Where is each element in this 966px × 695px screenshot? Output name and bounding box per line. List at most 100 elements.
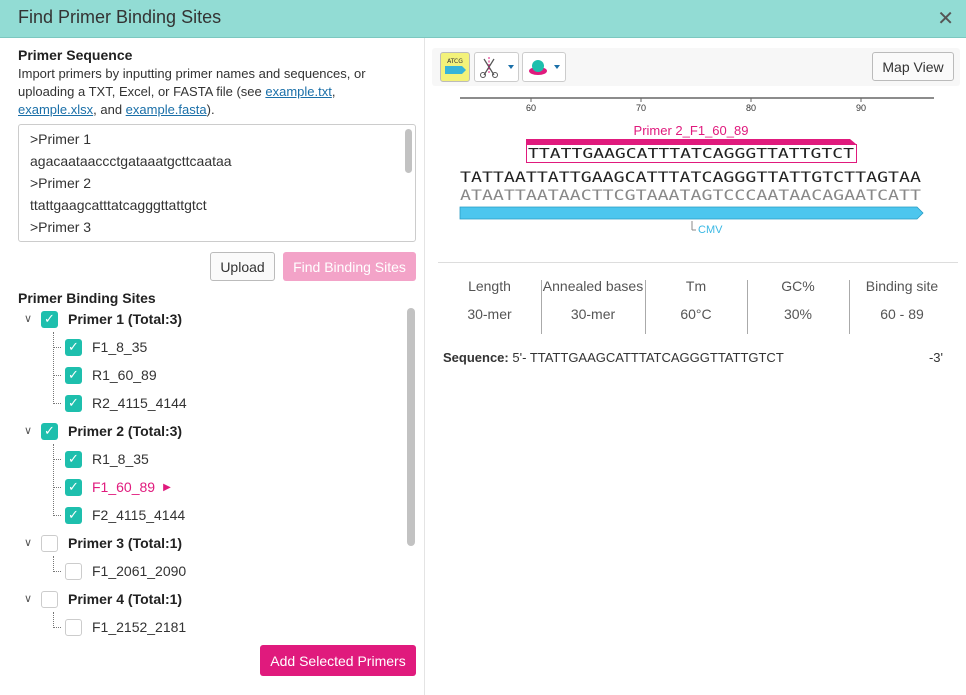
primer-sequence-heading: Primer Sequence [18,47,133,63]
checkbox-checked-icon[interactable]: ✓ [65,450,82,468]
tree-guide [53,556,54,572]
upload-button[interactable]: Upload [210,252,275,281]
stat-header: Tm [685,278,707,294]
group-label: Primer 4 (Total:1) [68,591,183,607]
tree-item[interactable]: ✓ R1_8_35 [65,447,149,471]
help-sep: , and [93,102,126,117]
example-xlsx-link[interactable]: example.xlsx [18,102,93,117]
help-sep: , [331,84,336,99]
sequence-info-label: Sequence: [443,350,509,365]
tree-item[interactable]: ✓ R1_60_89 [65,363,157,387]
tree-guide [53,332,54,404]
primer-label: Primer 2_F1_60_89 [634,123,749,138]
tree-group-primer-1[interactable]: ✓ Primer 1 (Total:3) [41,307,182,331]
cmv-feature-arrow [459,206,924,220]
checkbox-unchecked-icon[interactable] [65,562,82,580]
atcg-sequence-icon[interactable]: ATCG [440,52,470,82]
stat-length: Length 30-mer [438,278,541,334]
checkbox-checked-icon[interactable]: ✓ [41,310,58,328]
binding-sites-heading: Primer Binding Sites [18,290,156,306]
item-label: F1_8_35 [92,339,148,355]
checkbox-unchecked-icon[interactable] [41,590,58,608]
checkbox-checked-icon[interactable]: ✓ [41,422,58,440]
item-label: R2_4115_4144 [92,395,187,411]
tree-group-primer-2[interactable]: ✓ Primer 2 (Total:3) [41,419,182,443]
stat-value: 30-mer [570,306,616,322]
ruler-tick: 80 [746,98,756,113]
tree-item[interactable]: ✓ R2_4115_4144 [65,391,187,415]
checkbox-checked-icon[interactable]: ✓ [65,366,82,384]
tree-guide [53,515,61,516]
checkbox-unchecked-icon[interactable] [41,534,58,552]
feature-dropdown[interactable] [522,52,566,82]
group-label: Primer 2 (Total:3) [68,423,183,439]
tree-item[interactable]: ✓ F1_8_35 [65,335,147,359]
primer-sequence-textarea[interactable]: >Primer 1 agacaataaccctgataaatgcttcaataa… [18,124,416,242]
tree-guide [53,571,61,572]
checkbox-checked-icon[interactable]: ✓ [65,394,82,412]
stat-gc: GC% 30% [747,278,849,334]
tree-item[interactable]: F1_2061_2090 [65,559,186,583]
left-panel: Primer Sequence Import primers by inputt… [0,38,425,695]
sequence-line: ttattgaagcatttatcagggttattgtct [30,197,207,213]
primer-sequence: TTATTGAAGCATTTATCAGGGTTATTGTCT [528,146,854,162]
scissors-enzyme-icon [480,57,514,78]
chevron-down-icon[interactable]: ∨ [24,312,32,325]
chevron-down-icon[interactable]: ∨ [24,424,32,437]
checkbox-checked-icon[interactable]: ✓ [65,478,82,496]
ruler-tick-label: 60 [526,103,536,113]
map-view-button[interactable]: Map View [872,52,954,81]
primer-arrow [526,139,856,144]
sequence-line: agacaataaccctgataaatgcttcaataa [30,153,232,169]
tree-guide [53,347,61,348]
item-label: F2_4115_4144 [92,507,186,523]
chevron-down-icon[interactable]: ∨ [24,592,32,605]
example-txt-link[interactable]: example.txt [265,84,331,99]
textarea-scrollbar[interactable] [405,129,412,173]
checkbox-unchecked-icon[interactable] [65,618,82,636]
feature-label: CMV [698,224,723,236]
stat-header: Annealed bases [542,278,644,294]
tree-scrollbar[interactable] [407,308,415,546]
tree-guide [53,487,61,488]
stat-tm: Tm 60°C [645,278,747,334]
tree-group-primer-3[interactable]: Primer 3 (Total:1) [41,531,182,555]
sequence-prefix: 5'- [512,350,527,365]
tree-guide [53,444,54,516]
tree-item-selected[interactable]: ✓ F1_60_89 ▶ [65,475,171,499]
add-selected-primers-button[interactable]: Add Selected Primers [260,645,416,676]
svg-text:ATCG: ATCG [447,58,463,65]
sequence-line: >Primer 3 [30,219,92,235]
tree-item[interactable]: F1_2152_2181 [65,615,186,639]
group-label: Primer 1 (Total:3) [68,311,183,327]
checkbox-checked-icon[interactable]: ✓ [65,506,82,524]
scissors-enzyme-dropdown[interactable] [474,52,519,82]
tree-guide [53,612,54,628]
example-fasta-link[interactable]: example.fasta [126,102,207,117]
item-label: F1_60_89 [92,479,156,495]
caret-right-icon: ▶ [163,481,171,493]
divider [438,262,958,263]
tree-guide [53,459,61,460]
checkbox-checked-icon[interactable]: ✓ [65,338,82,356]
tree-guide [53,403,61,404]
tree-group-primer-4[interactable]: Primer 4 (Total:1) [41,587,182,611]
item-label: F1_2061_2090 [92,563,187,579]
right-panel: ATCG Map View 60 70 80 90 Primer 2_F1_60… [426,38,966,695]
feature-blob-icon [529,60,560,75]
ruler-tick-label: 80 [746,103,756,113]
chevron-down-icon[interactable]: ∨ [24,536,32,549]
item-label: R1_60_89 [92,367,157,383]
primer-stats: Length 30-mer Annealed bases 30-mer Tm 6… [438,278,958,334]
stat-header: GC% [781,278,815,294]
find-binding-sites-button[interactable]: Find Binding Sites [283,252,416,281]
ruler-tick-label: 70 [636,103,646,113]
tree-item[interactable]: ✓ F2_4115_4144 [65,503,185,527]
sequence-info: Sequence: 5'- TTATTGAAGCATTTATCAGGGTTATT… [443,350,943,365]
stat-annealed: Annealed bases 30-mer [541,278,645,334]
close-icon[interactable]: ✕ [937,6,954,31]
stat-header: Binding site [865,278,939,294]
sequence-suffix: -3' [928,350,943,365]
tree-guide [53,627,61,628]
import-help-text: Import primers by inputting primer names… [18,65,413,119]
